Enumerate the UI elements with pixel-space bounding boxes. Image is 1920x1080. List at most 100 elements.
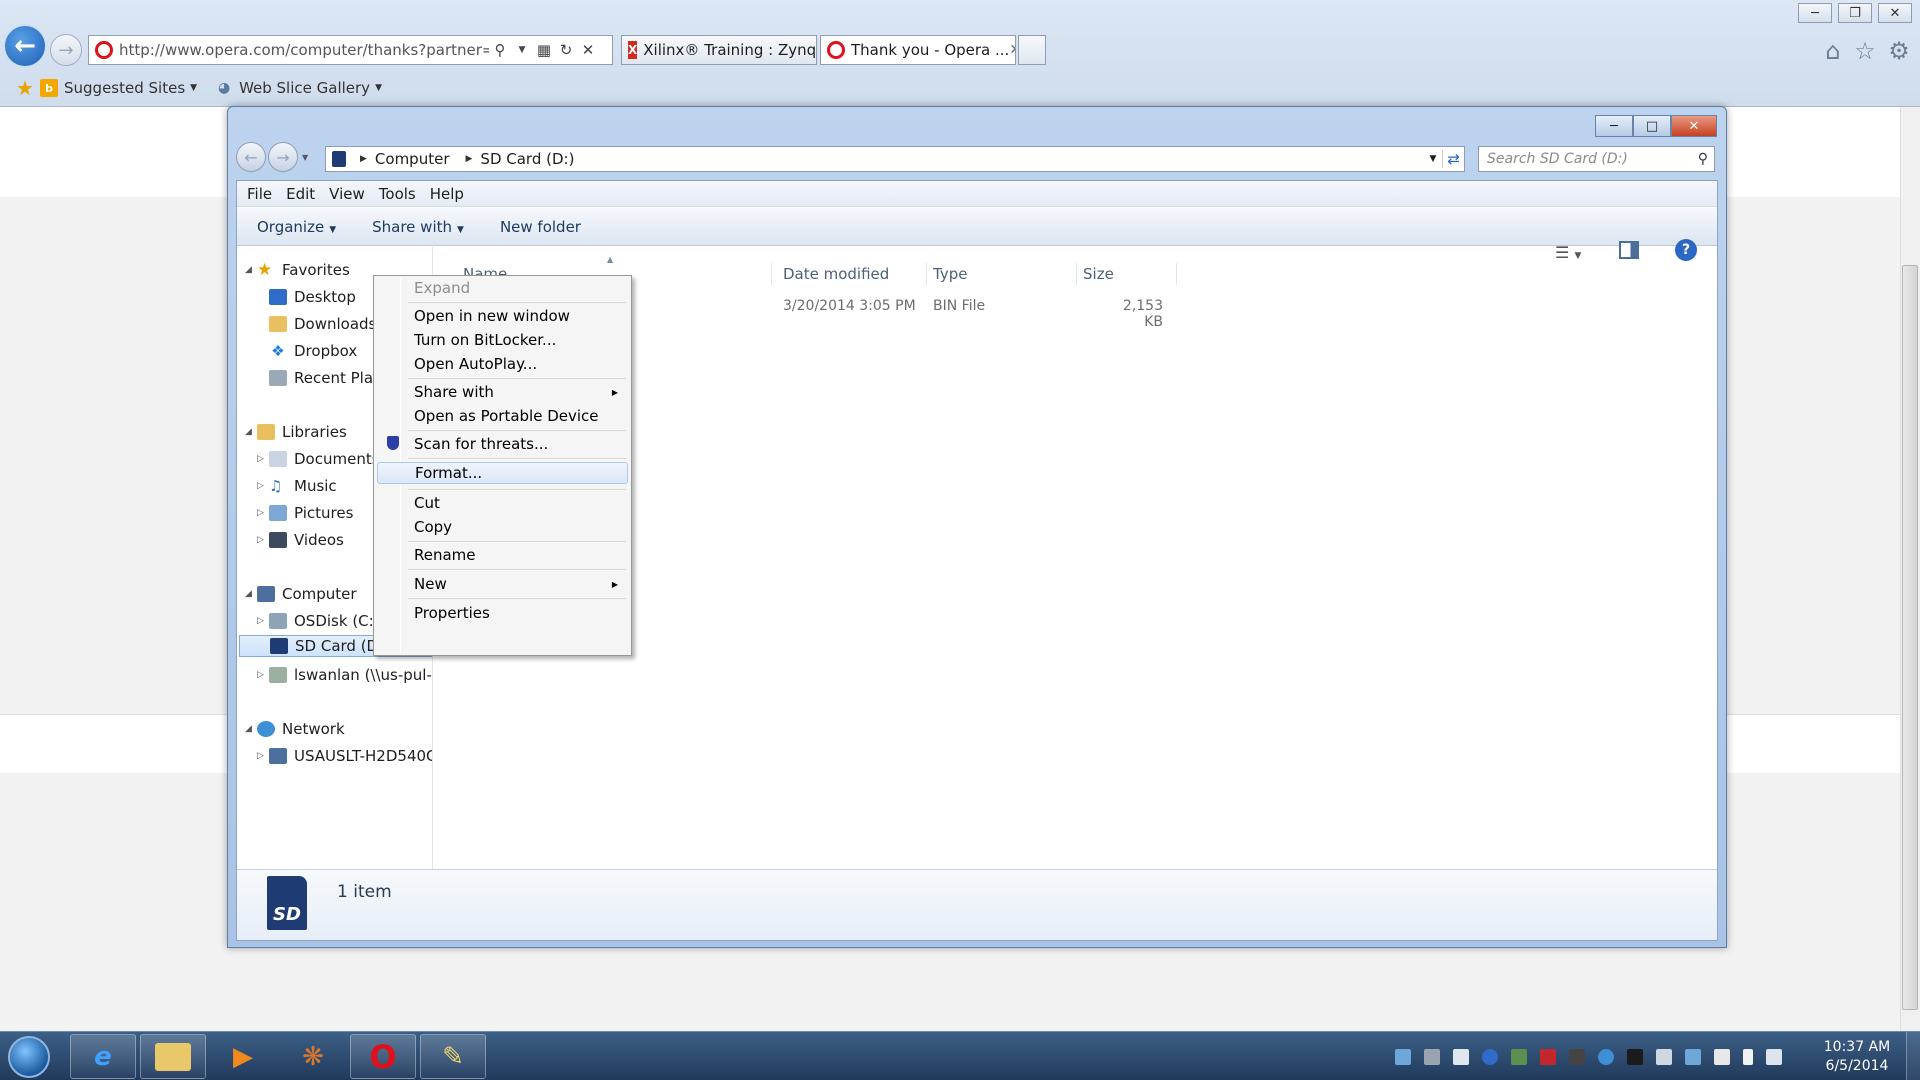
collapse-arrow-icon[interactable]: ▷ <box>257 535 269 545</box>
expand-arrow-icon[interactable]: ◢ <box>245 724 257 734</box>
breadcrumb-computer[interactable]: Computer <box>375 150 450 168</box>
collapse-arrow-icon[interactable]: ▷ <box>257 670 269 680</box>
home-icon[interactable]: ⌂ <box>1818 36 1848 66</box>
menu-help[interactable]: Help <box>430 185 464 203</box>
chevron-right-icon[interactable]: ▶ <box>360 154 367 164</box>
show-desktop-button[interactable] <box>1906 1032 1920 1080</box>
search-icon[interactable]: ⚲ <box>489 39 511 61</box>
ctx-share-with[interactable]: Share with ▶ <box>377 381 628 403</box>
close-button[interactable]: ✕ <box>1671 115 1717 137</box>
organize-button[interactable]: Organize ▼ <box>257 218 336 236</box>
tree-music[interactable]: ▷ ♫ Music <box>257 475 337 497</box>
tree-computer[interactable]: ◢ Computer <box>245 583 357 605</box>
tree-pictures[interactable]: ▷ Pictures <box>257 502 353 524</box>
ctx-portable-device[interactable]: Open as Portable Device <box>377 405 628 427</box>
address-text[interactable]: http://www.opera.com/computer/thanks?par… <box>119 41 489 59</box>
tree-documents[interactable]: ▷ Documents <box>257 448 380 470</box>
search-icon[interactable]: ⚲ <box>1698 151 1708 167</box>
tree-network-drive[interactable]: ▷ lswanlan (\\us-pul-fs <box>257 664 432 686</box>
start-button[interactable] <box>8 1036 50 1078</box>
tray-display-icon[interactable] <box>1453 1048 1469 1065</box>
tree-network[interactable]: ◢ Network <box>245 718 345 740</box>
expand-arrow-icon[interactable]: ◢ <box>245 589 257 599</box>
battery-icon[interactable] <box>1743 1048 1753 1065</box>
bluetooth-icon[interactable] <box>1482 1048 1498 1065</box>
ctx-rename[interactable]: Rename <box>377 544 628 566</box>
file-type[interactable]: BIN File <box>933 298 985 314</box>
tree-network-host[interactable]: ▷ USAUSLT-H2D540C <box>257 745 432 767</box>
column-date-modified[interactable]: Date modified <box>777 263 927 285</box>
ctx-copy[interactable]: Copy <box>377 516 628 538</box>
help-icon[interactable]: ? <box>1675 239 1697 261</box>
taskbar-app[interactable]: ❋ <box>280 1034 346 1079</box>
ctx-open-new-window[interactable]: Open in new window <box>377 305 628 327</box>
volume-icon[interactable] <box>1766 1048 1782 1065</box>
minimize-button[interactable]: ─ <box>1595 115 1633 137</box>
ctx-cut[interactable]: Cut <box>377 492 628 514</box>
taskbar-opera[interactable]: O <box>350 1034 416 1079</box>
tray-app-icon[interactable] <box>1569 1048 1585 1065</box>
forward-button[interactable]: → <box>50 34 82 66</box>
tab-xilinx[interactable]: X Xilinx® Training : Zynq... <box>621 35 817 65</box>
collapse-arrow-icon[interactable]: ▷ <box>257 481 269 491</box>
suggested-sites-link[interactable]: b Suggested Sites ▼ <box>40 79 197 97</box>
search-input[interactable]: Search SD Card (D:) ⚲ <box>1478 146 1715 172</box>
web-slice-gallery-link[interactable]: ◕ Web Slice Gallery ▼ <box>215 79 382 97</box>
forward-button[interactable]: → <box>268 142 298 172</box>
refresh-icon[interactable]: ⇄ <box>1442 150 1460 168</box>
maximize-button[interactable]: □ <box>1633 115 1671 137</box>
file-date[interactable]: 3/20/2014 3:05 PM <box>783 298 916 314</box>
tree-desktop[interactable]: Desktop <box>269 286 356 308</box>
clock[interactable]: 10:37 AM 6/5/2014 <box>1817 1038 1897 1076</box>
address-bar[interactable]: http://www.opera.com/computer/thanks?par… <box>88 35 613 65</box>
file-size[interactable]: 2,153 KB <box>1103 298 1163 330</box>
tray-app-icon[interactable] <box>1511 1048 1527 1065</box>
chevron-right-icon[interactable]: ▶ <box>466 154 473 164</box>
menu-tools[interactable]: Tools <box>379 185 416 203</box>
taskbar-internet-explorer[interactable]: e <box>70 1034 136 1079</box>
favorites-star-icon[interactable]: ☆ <box>1850 36 1880 66</box>
add-favorite-star-icon[interactable]: ★ <box>16 76 34 100</box>
share-with-button[interactable]: Share with ▼ <box>372 218 464 236</box>
explorer-address-bar[interactable]: ▶ Computer ▶ SD Card (D:) ▼ ⇄ <box>325 146 1465 172</box>
tree-dropbox[interactable]: ❖ Dropbox <box>269 340 357 362</box>
tab-close-icon[interactable]: ✕ <box>1009 42 1015 58</box>
tray-security-icon[interactable] <box>1424 1048 1440 1065</box>
close-button[interactable]: ✕ <box>1878 3 1912 23</box>
tree-favorites[interactable]: ◢ ★ Favorites <box>245 259 350 281</box>
taskbar-media-player[interactable]: ▶ <box>210 1034 276 1079</box>
back-button[interactable]: ← <box>3 24 47 68</box>
breadcrumb-sd-card[interactable]: SD Card (D:) <box>480 150 574 168</box>
taskbar-explorer[interactable] <box>140 1034 206 1079</box>
collapse-arrow-icon[interactable]: ▷ <box>257 508 269 518</box>
dropdown-icon[interactable]: ▼ <box>511 39 533 61</box>
stop-icon[interactable]: ✕ <box>577 39 599 61</box>
tree-downloads[interactable]: Downloads <box>269 313 376 335</box>
tree-videos[interactable]: ▷ Videos <box>257 529 344 551</box>
tools-gear-icon[interactable]: ⚙ <box>1884 36 1914 66</box>
back-button[interactable]: ← <box>236 142 266 172</box>
compat-view-icon[interactable]: ▦ <box>533 39 555 61</box>
ctx-new[interactable]: New ▶ <box>377 573 628 595</box>
menu-file[interactable]: File <box>247 185 272 203</box>
action-center-flag-icon[interactable] <box>1714 1048 1730 1065</box>
collapse-arrow-icon[interactable]: ▷ <box>257 454 269 464</box>
taskbar-paint[interactable]: ✎ <box>420 1034 486 1079</box>
tray-sync-icon[interactable] <box>1598 1048 1614 1065</box>
tree-libraries[interactable]: ◢ Libraries <box>245 421 347 443</box>
ctx-autoplay[interactable]: Open AutoPlay... <box>377 353 628 375</box>
preview-pane-icon[interactable] <box>1619 241 1639 259</box>
change-view-icon[interactable]: ☰ ▼ <box>1555 243 1581 262</box>
tray-app-icon[interactable] <box>1627 1048 1643 1065</box>
refresh-icon[interactable]: ↻ <box>555 39 577 61</box>
column-size[interactable]: Size <box>1077 263 1177 285</box>
new-folder-button[interactable]: New folder <box>500 218 581 236</box>
collapse-arrow-icon[interactable]: ▷ <box>257 751 269 761</box>
minimize-button[interactable]: ─ <box>1798 3 1832 23</box>
signal-icon[interactable] <box>1656 1048 1672 1065</box>
menu-edit[interactable]: Edit <box>286 185 315 203</box>
new-tab-button[interactable] <box>1018 35 1046 65</box>
ctx-format[interactable]: Format... <box>377 462 628 484</box>
recent-pages-icon[interactable]: ▼ <box>302 153 308 162</box>
tray-network-share-icon[interactable] <box>1395 1048 1411 1065</box>
